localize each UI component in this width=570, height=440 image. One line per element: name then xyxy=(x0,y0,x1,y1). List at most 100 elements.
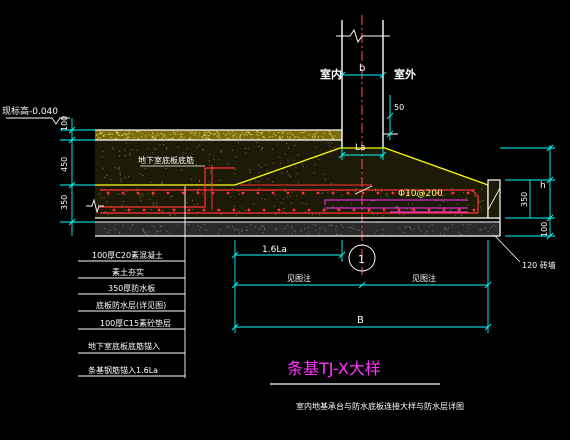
rebar-dot xyxy=(451,191,455,195)
texture-speck xyxy=(228,138,230,140)
texture-speck xyxy=(235,132,237,134)
texture-speck xyxy=(324,230,326,232)
texture-speck xyxy=(487,231,489,233)
texture-speck xyxy=(450,193,451,195)
texture-speck xyxy=(100,137,102,139)
texture-speck xyxy=(294,137,296,138)
texture-speck xyxy=(410,209,412,211)
texture-speck xyxy=(223,132,225,134)
texture-speck xyxy=(109,133,111,135)
texture-speck xyxy=(246,134,248,136)
texture-speck xyxy=(445,229,447,231)
texture-speck xyxy=(258,146,260,147)
texture-speck xyxy=(463,192,464,194)
texture-speck xyxy=(336,209,338,210)
texture-speck xyxy=(444,228,446,230)
texture-speck xyxy=(245,134,247,136)
texture-speck xyxy=(256,142,258,144)
texture-speck xyxy=(198,135,200,137)
texture-speck xyxy=(140,200,142,202)
texture-speck xyxy=(355,191,357,192)
texture-speck xyxy=(330,183,332,185)
texture-speck xyxy=(166,148,168,150)
texture-speck xyxy=(257,138,259,139)
texture-speck xyxy=(203,134,205,135)
texture-speck xyxy=(321,193,322,195)
texture-speck xyxy=(312,136,314,138)
texture-speck xyxy=(316,131,318,133)
layer-note-5: 100厚C15素砼垫层 xyxy=(100,318,171,328)
texture-speck xyxy=(369,203,371,205)
texture-speck xyxy=(150,181,152,183)
texture-speck xyxy=(217,136,219,138)
texture-speck xyxy=(228,131,230,133)
texture-speck xyxy=(218,132,220,134)
texture-speck xyxy=(217,232,219,234)
rebar-dot xyxy=(427,208,431,212)
texture-speck xyxy=(275,194,276,196)
texture-speck xyxy=(194,131,196,133)
layer-notes-group: 100厚C20素混凝土素土夯实 350厚防水板底板防水层(详见图) 100厚C15素… xyxy=(88,250,171,375)
texture-speck xyxy=(248,133,250,134)
texture-speck xyxy=(451,224,453,226)
texture-speck xyxy=(170,195,172,197)
texture-speck xyxy=(315,135,317,137)
texture-speck xyxy=(279,137,281,139)
texture-speck xyxy=(204,228,206,230)
texture-speck xyxy=(199,144,201,146)
texture-speck xyxy=(172,137,174,139)
texture-speck xyxy=(385,194,387,196)
texture-speck xyxy=(172,138,174,140)
texture-speck xyxy=(349,194,351,196)
texture-speck xyxy=(317,158,319,160)
texture-speck xyxy=(295,135,297,137)
texture-speck xyxy=(154,136,156,138)
texture-speck xyxy=(185,152,187,154)
texture-speck xyxy=(221,151,223,153)
texture-speck xyxy=(141,133,143,135)
drawing-subtitle: 室内地基承台与防水底板连接大样与防水层详图 xyxy=(296,401,464,411)
rebar-dot xyxy=(286,191,290,195)
texture-speck xyxy=(191,153,193,155)
texture-speck xyxy=(329,149,331,151)
texture-speck xyxy=(230,133,231,135)
texture-speck xyxy=(426,230,428,232)
texture-speck xyxy=(288,138,290,140)
label-100-top: 100 xyxy=(60,116,69,131)
texture-speck xyxy=(284,188,286,190)
texture-speck xyxy=(478,200,480,202)
texture-speck xyxy=(189,137,191,139)
label-wall-120: 120 砖墙 xyxy=(522,260,556,270)
texture-speck xyxy=(218,159,220,161)
rebar-dot xyxy=(466,191,470,195)
texture-speck xyxy=(214,133,216,135)
texture-speck xyxy=(328,131,330,132)
texture-speck xyxy=(201,136,203,138)
texture-speck xyxy=(250,171,251,173)
texture-speck xyxy=(116,132,117,134)
texture-speck xyxy=(213,159,215,161)
texture-speck xyxy=(382,229,384,230)
texture-speck xyxy=(245,210,247,211)
texture-speck xyxy=(395,206,397,208)
texture-speck xyxy=(242,134,244,136)
rebar-dot xyxy=(187,208,191,212)
texture-speck xyxy=(236,214,238,216)
rebar-dot xyxy=(337,208,341,212)
texture-speck xyxy=(186,202,188,204)
texture-speck xyxy=(458,231,460,233)
texture-speck xyxy=(236,135,238,137)
texture-speck xyxy=(444,194,446,196)
label-outdoor: 室外 xyxy=(394,67,416,81)
texture-speck xyxy=(228,226,230,228)
rebar-dot xyxy=(442,208,446,212)
texture-speck xyxy=(114,229,116,231)
texture-speck xyxy=(132,133,133,135)
texture-speck xyxy=(118,193,120,195)
rebar-dot xyxy=(151,191,155,195)
texture-speck xyxy=(163,133,165,135)
texture-speck xyxy=(208,154,210,156)
texture-speck xyxy=(229,163,230,165)
texture-speck xyxy=(292,228,294,230)
texture-speck xyxy=(206,137,208,139)
